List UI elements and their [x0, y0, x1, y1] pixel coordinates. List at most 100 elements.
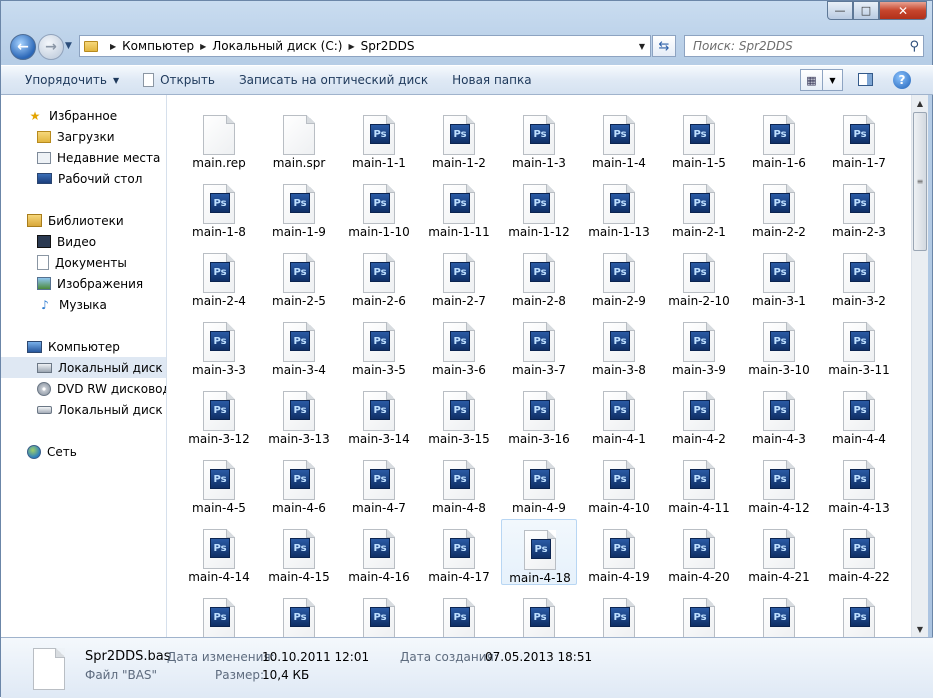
maximize-button[interactable]: □ [853, 1, 879, 20]
minimize-button[interactable]: — [827, 1, 853, 20]
file-item[interactable]: Ps main-3-4 [261, 312, 337, 378]
file-item[interactable]: Ps main-4-19 [581, 519, 657, 585]
preview-pane-button[interactable] [858, 73, 873, 86]
file-item[interactable]: Ps main-3-9 [661, 312, 737, 378]
file-item[interactable]: Ps [661, 588, 737, 637]
file-item[interactable]: Ps main-4-12 [741, 450, 817, 516]
chevron-right-icon[interactable]: ▶ [200, 42, 206, 51]
file-item[interactable]: Ps [821, 588, 897, 637]
chevron-down-icon[interactable]: ▼ [821, 70, 842, 90]
file-item[interactable]: Ps [581, 588, 657, 637]
file-item[interactable]: Ps main-4-14 [181, 519, 257, 585]
file-item[interactable]: Ps main-3-1 [741, 243, 817, 309]
file-item[interactable]: Ps [421, 588, 497, 637]
file-item[interactable]: Ps main-3-16 [501, 381, 577, 447]
file-item[interactable]: Ps main-1-10 [341, 174, 417, 240]
file-item[interactable]: Ps main-2-2 [741, 174, 817, 240]
file-item[interactable]: Ps main-1-1 [341, 105, 417, 171]
scroll-up-arrow[interactable]: ▲ [912, 95, 928, 111]
refresh-button[interactable]: ⇆ [652, 35, 676, 57]
file-item[interactable]: Ps main-3-3 [181, 312, 257, 378]
file-item[interactable]: Ps [261, 588, 337, 637]
file-item[interactable]: Ps main-3-5 [341, 312, 417, 378]
sidebar-item-favorites[interactable]: ★ Избранное [1, 105, 166, 126]
sidebar-item-computer[interactable]: Компьютер [1, 336, 166, 357]
sidebar-item-desktop[interactable]: Рабочий стол [1, 168, 166, 189]
file-item[interactable]: Ps main-1-7 [821, 105, 897, 171]
file-item[interactable]: Ps main-4-3 [741, 381, 817, 447]
file-item[interactable]: Ps main-4-13 [821, 450, 897, 516]
file-item[interactable]: Ps [501, 588, 577, 637]
file-item[interactable]: Ps main-4-18 [501, 519, 577, 585]
file-item[interactable]: Ps main-1-13 [581, 174, 657, 240]
file-item[interactable]: Ps main-4-17 [421, 519, 497, 585]
forward-button[interactable]: → [38, 34, 64, 60]
file-item[interactable]: Ps main-2-7 [421, 243, 497, 309]
file-item[interactable]: Ps main-4-10 [581, 450, 657, 516]
search-input[interactable]: Поиск: Spr2DDS ⚲ [684, 35, 924, 57]
file-item[interactable]: Ps main-2-6 [341, 243, 417, 309]
sidebar-item-video[interactable]: Видео [1, 231, 166, 252]
vertical-scrollbar[interactable]: ▲ ≡ ▼ [911, 95, 928, 637]
file-item[interactable]: Ps main-3-7 [501, 312, 577, 378]
file-item[interactable]: Ps main-4-1 [581, 381, 657, 447]
file-item[interactable]: Ps main-4-9 [501, 450, 577, 516]
file-item[interactable]: Ps main-4-15 [261, 519, 337, 585]
search-icon[interactable]: ⚲ [909, 39, 919, 54]
organize-button[interactable]: Упорядочить ▼ [1, 67, 131, 93]
file-item[interactable]: Ps main-2-10 [661, 243, 737, 309]
chevron-right-icon[interactable]: ▶ [348, 42, 354, 51]
back-button[interactable]: ← [10, 34, 36, 60]
file-item[interactable]: Ps main-1-6 [741, 105, 817, 171]
file-item[interactable]: Ps [181, 588, 257, 637]
sidebar-item-music[interactable]: ♪ Музыка [1, 294, 166, 315]
file-item[interactable]: Ps main-3-15 [421, 381, 497, 447]
file-item[interactable]: Ps main-1-3 [501, 105, 577, 171]
file-item[interactable]: Ps main-1-2 [421, 105, 497, 171]
file-item[interactable]: Ps main-3-8 [581, 312, 657, 378]
file-item[interactable]: Ps main-4-2 [661, 381, 737, 447]
file-item[interactable]: main.spr [261, 105, 337, 171]
file-item[interactable]: Ps main-3-12 [181, 381, 257, 447]
file-item[interactable]: Ps [341, 588, 417, 637]
file-item[interactable]: Ps main-1-9 [261, 174, 337, 240]
address-dropdown[interactable]: ▼ [634, 42, 650, 51]
new-folder-button[interactable]: Новая папка [440, 67, 543, 93]
open-button[interactable]: Открыть [131, 67, 227, 93]
sidebar-item-images[interactable]: Изображения [1, 273, 166, 294]
sidebar-item-documents[interactable]: Документы [1, 252, 166, 273]
file-item[interactable]: Ps main-4-21 [741, 519, 817, 585]
sidebar-item-local-disk-c[interactable]: Локальный диск (C [1, 357, 166, 378]
chevron-right-icon[interactable]: ▶ [110, 42, 116, 51]
file-item[interactable]: Ps main-2-4 [181, 243, 257, 309]
sidebar-item-local-disk-k[interactable]: Локальный диск (K [1, 399, 166, 420]
address-bar[interactable]: ▶ Компьютер ▶ Локальный диск (C:) ▶ Spr2… [79, 35, 651, 57]
file-item[interactable]: Ps main-1-11 [421, 174, 497, 240]
file-item[interactable]: Ps main-2-5 [261, 243, 337, 309]
file-item[interactable]: Ps main-4-4 [821, 381, 897, 447]
breadcrumb-local-disk[interactable]: Локальный диск (C:) [212, 39, 342, 53]
file-item[interactable]: Ps main-4-11 [661, 450, 737, 516]
sidebar-item-dvd[interactable]: DVD RW дисковод ( [1, 378, 166, 399]
file-item[interactable]: Ps main-3-11 [821, 312, 897, 378]
file-item[interactable]: Ps main-3-13 [261, 381, 337, 447]
file-item[interactable]: Ps main-4-16 [341, 519, 417, 585]
file-item[interactable]: Ps main-4-6 [261, 450, 337, 516]
burn-button[interactable]: Записать на оптический диск [227, 67, 440, 93]
sidebar-item-downloads[interactable]: Загрузки [1, 126, 166, 147]
file-item[interactable]: Ps main-4-5 [181, 450, 257, 516]
file-item[interactable]: Ps main-2-8 [501, 243, 577, 309]
sidebar-item-network[interactable]: Сеть [1, 441, 166, 462]
close-button[interactable]: ✕ [879, 1, 927, 20]
file-item[interactable]: Ps main-3-14 [341, 381, 417, 447]
file-item[interactable]: Ps main-1-5 [661, 105, 737, 171]
scroll-thumb[interactable]: ≡ [913, 112, 927, 251]
sidebar-item-recent[interactable]: Недавние места [1, 147, 166, 168]
file-item[interactable]: Ps main-2-1 [661, 174, 737, 240]
file-item[interactable]: Ps main-2-9 [581, 243, 657, 309]
file-item[interactable]: Ps main-4-7 [341, 450, 417, 516]
history-dropdown[interactable]: ▼ [65, 41, 72, 51]
view-grid-icon[interactable]: ▦ [801, 74, 822, 87]
file-item[interactable]: Ps main-4-20 [661, 519, 737, 585]
help-button[interactable]: ? [893, 71, 911, 89]
